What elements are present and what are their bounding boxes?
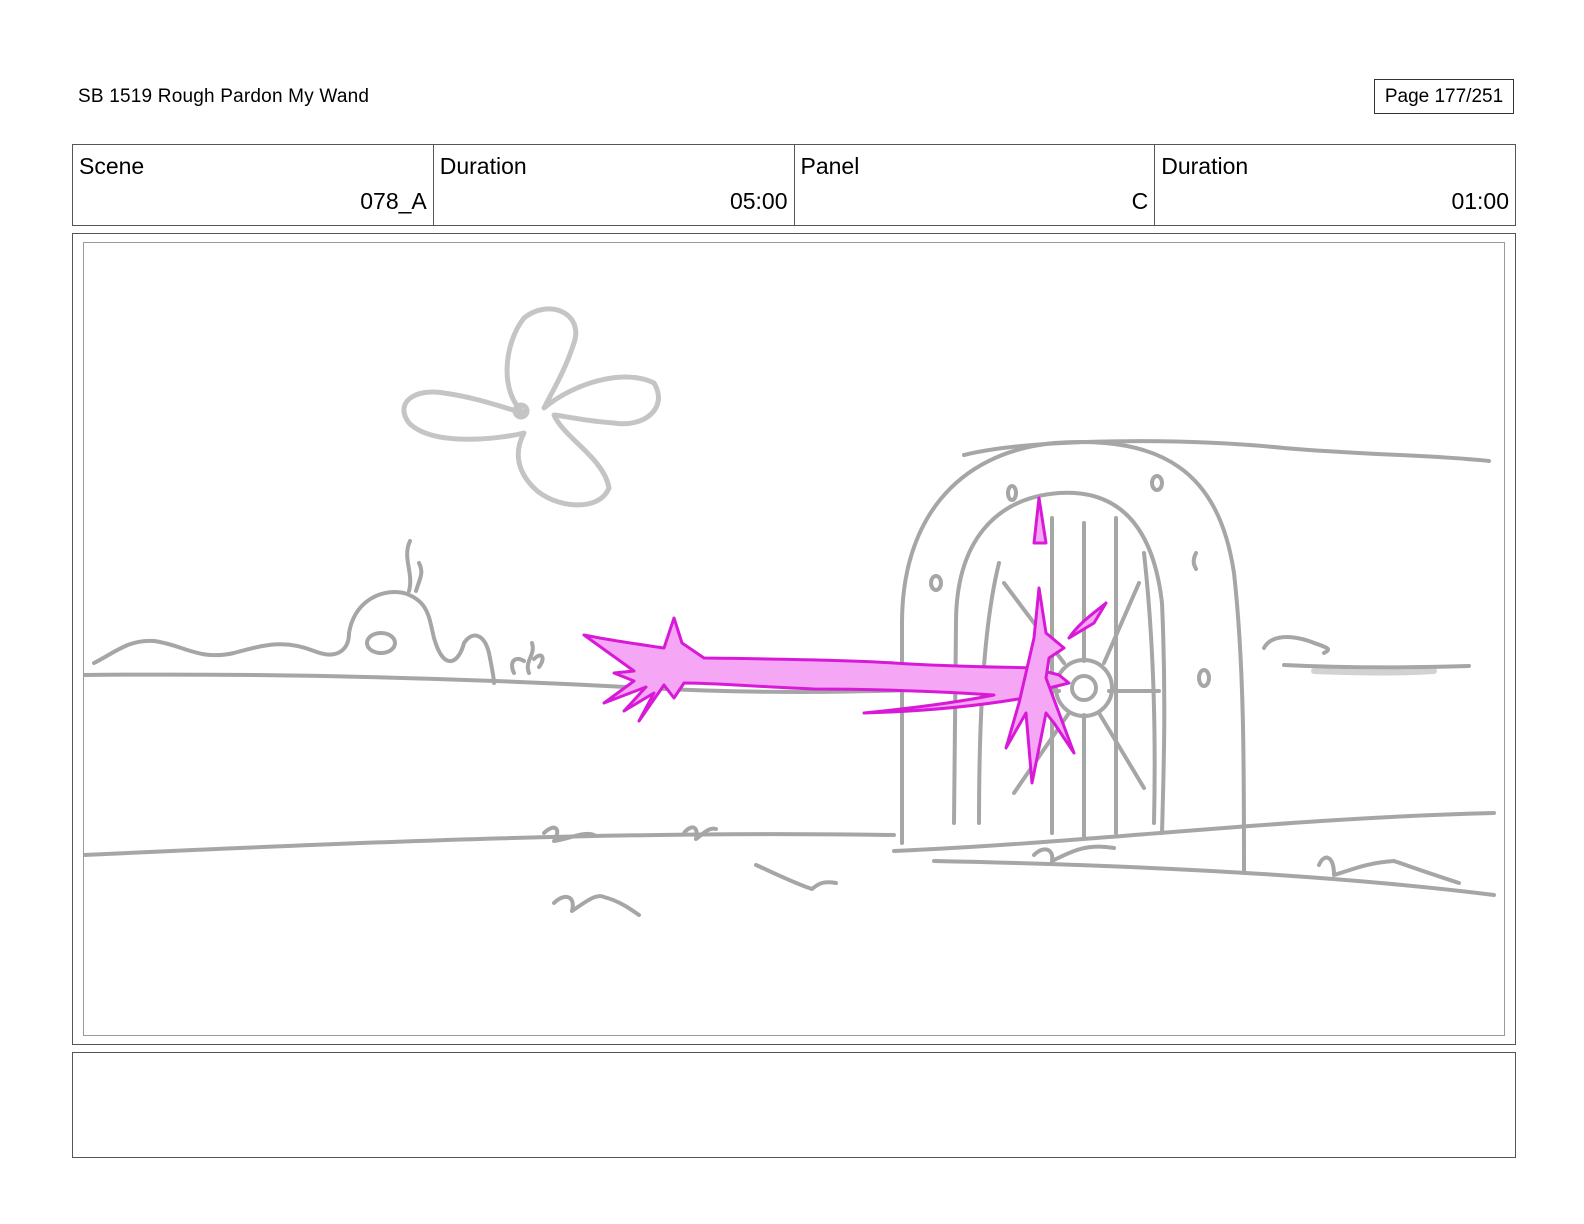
scene-duration-label: Duration [439,153,527,179]
flower-cloud-sketch [401,306,661,508]
document-title: SB 1519 Rough Pardon My Wand [78,86,370,107]
panel-notes-box [72,1052,1516,1158]
storyboard-sketch [84,306,1496,917]
door-wheel-sketch [900,439,1491,875]
ground-sketch [84,811,1496,917]
panel-info-table: Scene 078_A Duration 05:00 Panel C Durat… [72,144,1516,226]
panel-cell: Panel C [795,145,1156,225]
storyboard-panel-frame [72,233,1516,1045]
panel-label: Panel [800,153,860,179]
page-indicator: Page 177/251 [1374,79,1514,114]
scene-label: Scene [79,153,145,179]
panel-duration-value: 01:00 [1451,188,1509,214]
panel-duration-cell: Duration 01:00 [1155,145,1515,225]
magic-beam [582,496,1108,785]
scene-value: 078_A [360,188,427,214]
scene-duration-cell: Duration 05:00 [434,145,795,225]
scene-duration-value: 05:00 [729,188,788,214]
storyboard-drawing-area [83,242,1505,1036]
panel-duration-label: Duration [1161,153,1249,179]
scene-cell: Scene 078_A [73,145,434,225]
panel-value: C [1131,188,1149,214]
